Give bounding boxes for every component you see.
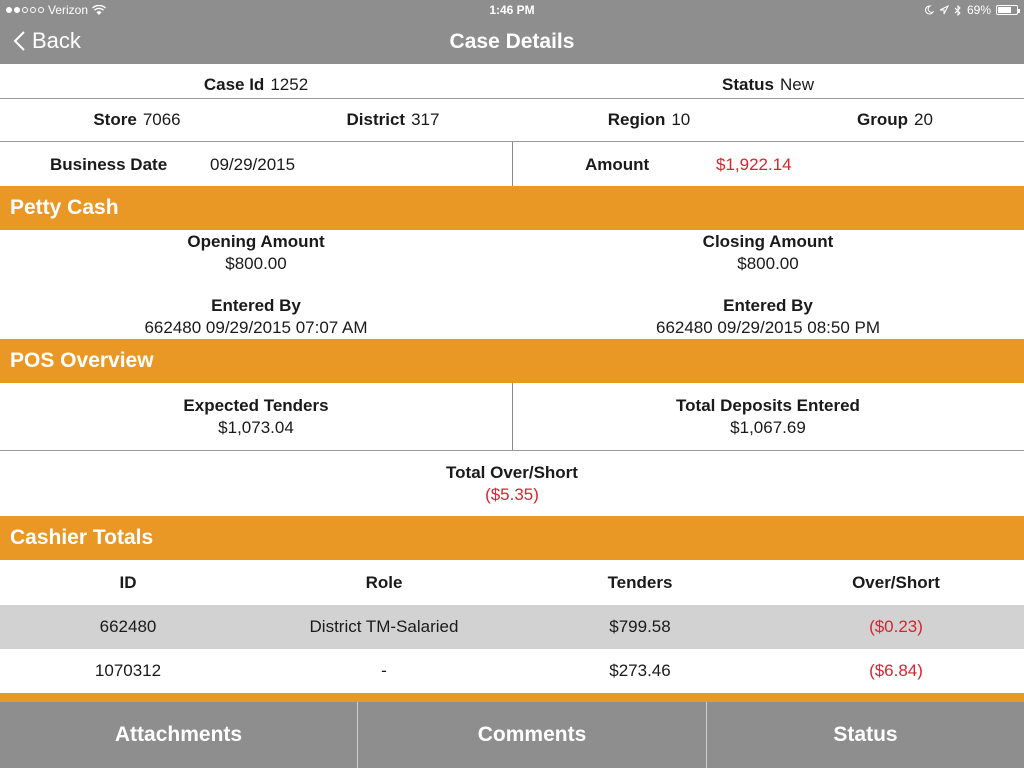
opening-entered-by: Entered By 662480 09/29/2015 07:07 AM [0,295,512,339]
location-icon [939,5,949,15]
opening-amount-value: $800.00 [225,254,287,273]
status-field: Status New [512,68,1024,102]
status-bar: Verizon 1:46 PM 69% [0,0,1024,20]
case-id-label: Case Id [203,75,265,94]
closing-entered-by: Entered By 662480 09/29/2015 08:50 PM [512,295,1024,339]
nav-bar: Back Case Details [0,20,1024,64]
cashier-tenders: $273.46 [609,661,671,680]
amount-value: $1,922.14 [716,155,792,174]
region-value: 10 [671,110,691,129]
column-header-role: Role [365,573,403,592]
group-label: Group [857,110,909,129]
group-field: Group 20 [786,99,1004,141]
closing-amount-value: $800.00 [737,254,799,273]
column-header-over-short: Over/Short [852,573,940,592]
case-id-row: Case Id 1252 Status New [0,64,1024,99]
battery-percent: 69% [966,3,991,17]
business-date-label: Business Date [50,155,168,174]
divider [512,142,513,186]
table-row[interactable]: 662480 District TM-Salaried $799.58 ($0.… [0,605,1024,649]
attachments-button[interactable]: Attachments [0,702,358,768]
cashier-id: 662480 [99,617,157,636]
table-row[interactable]: 1070312 - $273.46 ($6.84) [0,649,1024,693]
clock: 1:46 PM [489,3,535,17]
closing-amount: Closing Amount $800.00 [512,231,1024,275]
column-header-id: ID [119,573,137,592]
store-field: Store 7066 [0,99,274,141]
bottom-toolbar: Attachments Comments Status [0,702,1024,768]
store-value: 7066 [142,110,181,129]
pos-overview-header: POS Overview [0,339,1024,383]
case-id-value: 1252 [270,75,309,94]
page-title: Case Details [449,30,575,53]
status-icons: 69% [924,3,1020,17]
closing-entered-by-label: Entered By [723,296,813,315]
expected-tenders-value: $1,073.04 [218,418,294,437]
opening-amount-label: Opening Amount [187,232,325,251]
business-date-value: 09/29/2015 [210,155,296,174]
petty-cash-header: Petty Cash [0,186,1024,230]
cashier-tenders: $799.58 [609,617,671,636]
comments-button[interactable]: Comments [358,702,707,768]
battery-icon [996,5,1020,15]
total-over-short: Total Over/Short ($5.35) [0,462,1024,506]
district-value: 317 [411,110,440,129]
expected-tenders-label: Expected Tenders [183,396,329,415]
section-divider [0,693,1024,702]
opening-amount: Opening Amount $800.00 [0,231,512,275]
cashier-role: - [381,661,387,680]
cashier-role: District TM-Salaried [309,617,459,636]
total-deposits-label: Total Deposits Entered [676,396,860,415]
cashier-totals-header: Cashier Totals [0,516,1024,560]
status-label: Status [722,75,774,94]
closing-amount-label: Closing Amount [702,232,834,251]
location-row: Store 7066 District 317 Region 10 Group … [0,99,1024,142]
amount-label: Amount [585,155,650,174]
group-value: 20 [914,110,933,129]
status-value: New [779,75,814,94]
opening-entered-by-label: Entered By [211,296,301,315]
opening-entered-by-value: 662480 09/29/2015 07:07 AM [144,318,368,337]
column-header-tenders: Tenders [607,573,673,592]
case-id-field: Case Id 1252 [0,68,512,102]
total-over-short-label: Total Over/Short [446,463,578,482]
closing-entered-by-value: 662480 09/29/2015 08:50 PM [655,318,881,337]
total-deposits-value: $1,067.69 [730,418,806,437]
table-header: ID Role Tenders Over/Short [0,561,1024,605]
cashier-over-short: ($6.84) [869,661,923,680]
total-over-short-value: ($5.35) [485,485,539,504]
region-field: Region 10 [512,99,786,141]
status-button[interactable]: Status [707,702,1024,768]
district-label: District [346,110,406,129]
bluetooth-icon [954,4,961,16]
cashier-over-short: ($0.23) [869,617,923,636]
district-field: District 317 [274,99,512,141]
cashier-id: 1070312 [94,661,162,680]
divider [0,450,1024,451]
total-deposits: Total Deposits Entered $1,067.69 [512,395,1024,439]
moon-icon [925,5,934,15]
store-label: Store [93,110,137,129]
region-label: Region [607,110,666,129]
expected-tenders: Expected Tenders $1,073.04 [0,395,512,439]
